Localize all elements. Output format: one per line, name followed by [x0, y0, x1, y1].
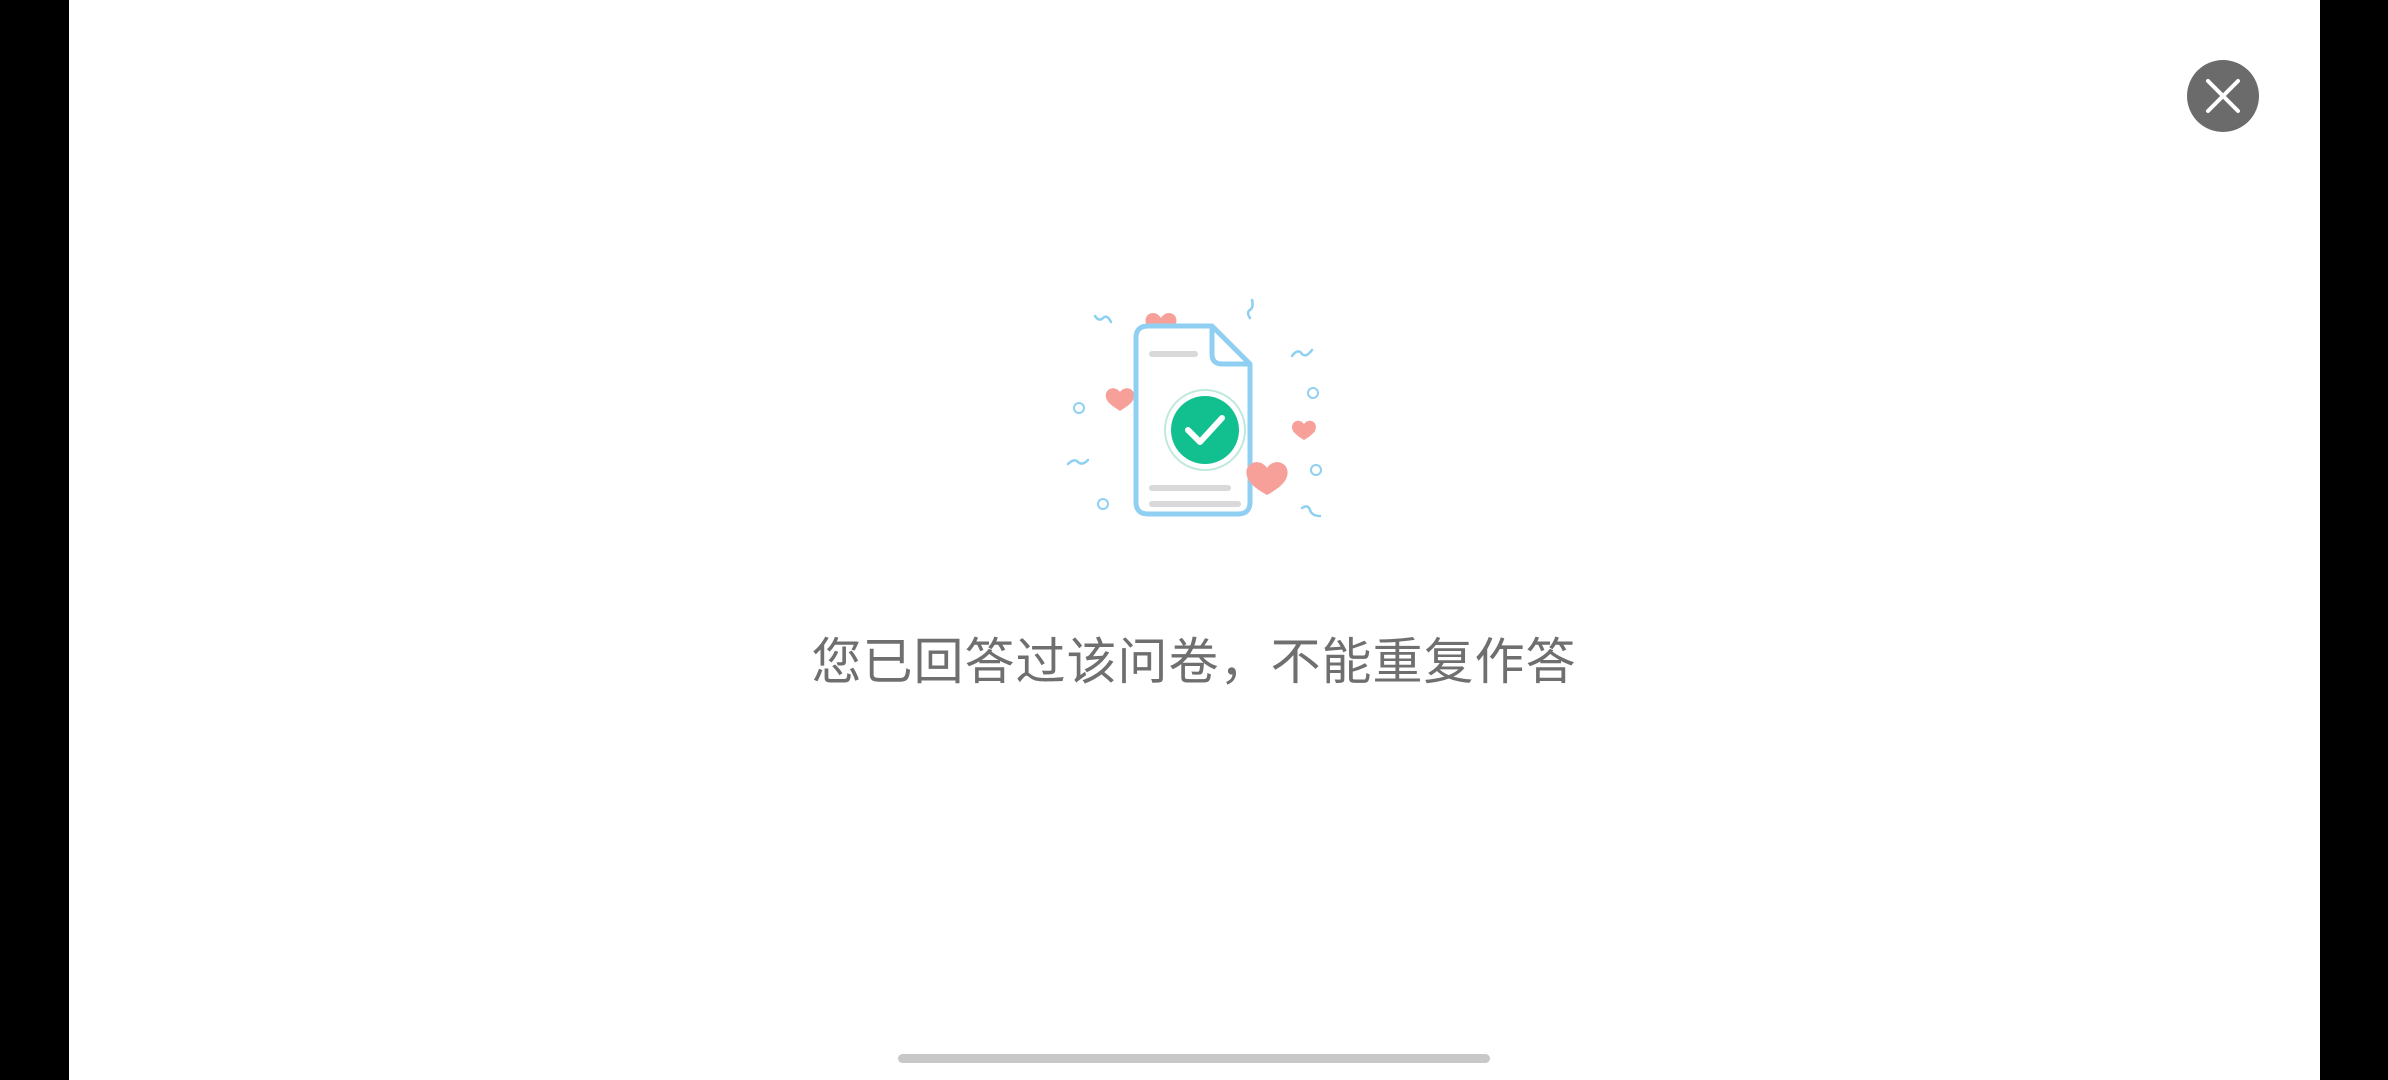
- screen: 您已回答过该问卷，不能重复作答: [0, 0, 2388, 1080]
- left-letterbox-bar: [0, 0, 69, 1080]
- already-answered-message: 您已回答过该问卷，不能重复作答: [811, 633, 1577, 691]
- document-check-icon: [1066, 298, 1322, 518]
- close-button[interactable]: [2187, 60, 2259, 132]
- dialog-content: [69, 0, 2320, 1080]
- right-letterbox-bar: [2320, 0, 2388, 1080]
- close-icon: [2206, 79, 2240, 113]
- home-indicator-bar[interactable]: [898, 1054, 1490, 1063]
